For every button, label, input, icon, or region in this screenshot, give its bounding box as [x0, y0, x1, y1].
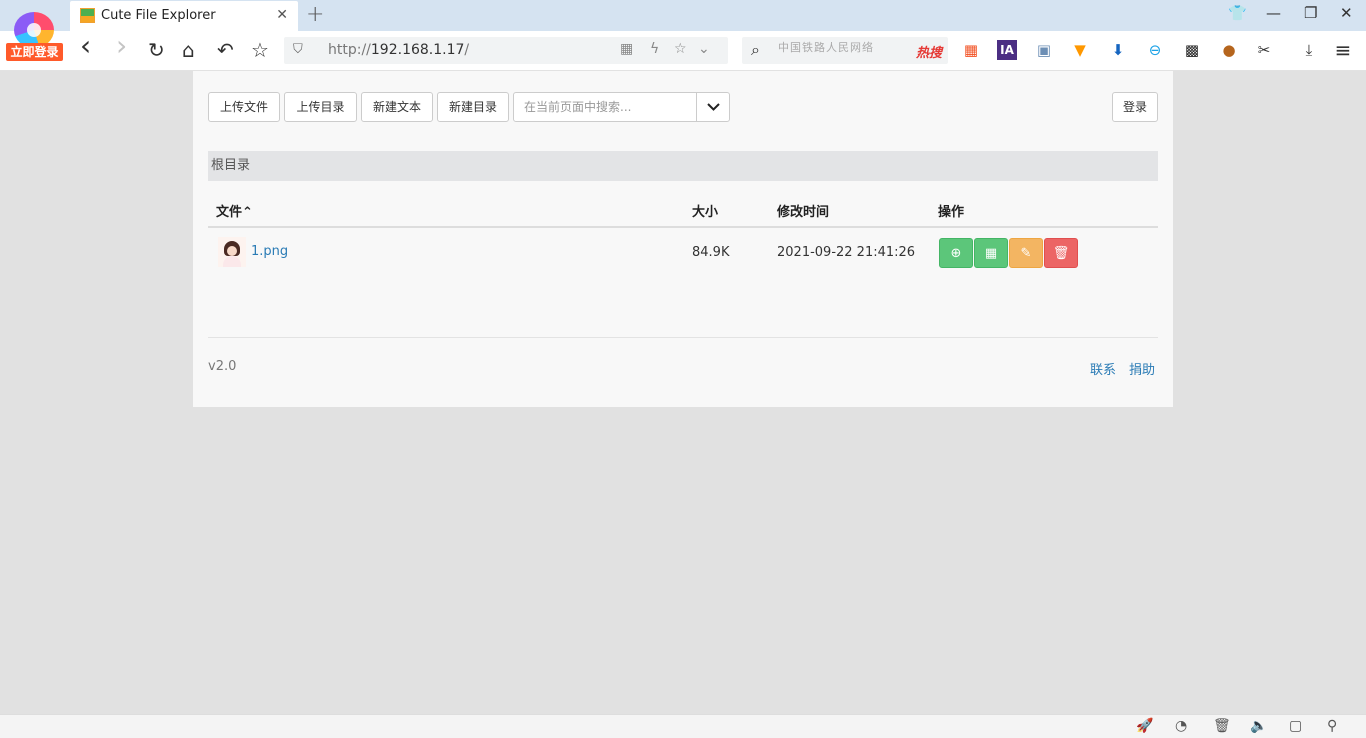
file-explorer-page: 上传文件 上传目录 新建文本 新建目录 登录 根目录 文件⌃ 大小 修改时间 操… — [193, 71, 1173, 407]
breadcrumb: 根目录 — [208, 151, 1158, 181]
download-button[interactable]: ⊕ — [939, 238, 973, 268]
cute-favicon-icon — [80, 8, 95, 23]
delete-button[interactable]: 🗑 — [1044, 238, 1078, 268]
tab-title: Cute File Explorer — [101, 8, 216, 23]
bookmark-star-icon[interactable]: ☆ — [251, 39, 269, 61]
reload-icon[interactable]: ↻ — [148, 39, 165, 61]
column-size[interactable]: 大小 — [692, 201, 718, 220]
address-url[interactable]: http://192.168.1.17/ — [328, 42, 469, 58]
file-name-link[interactable]: 1.png — [251, 244, 288, 259]
monkey-ext-icon[interactable]: ● — [1219, 40, 1239, 60]
footer-divider — [208, 337, 1158, 338]
image-ext-icon[interactable]: ▣ — [1034, 40, 1054, 60]
table-row: 1.png 84.9K 2021-09-22 21:41:26 ⊕ ▦ ✎ 🗑 — [208, 229, 1158, 277]
restore-icon[interactable]: ❐ — [1304, 4, 1317, 22]
version-label: v2.0 — [208, 359, 237, 374]
new-dir-button[interactable]: 新建目录 — [437, 92, 509, 122]
close-tab-icon[interactable]: ✕ — [276, 7, 288, 23]
column-ops: 操作 — [938, 205, 965, 220]
rename-button[interactable]: ✎ — [1009, 238, 1043, 268]
table-header: 文件⌃ 大小 修改时间 操作 — [208, 193, 1158, 228]
file-thumbnail[interactable] — [218, 237, 246, 267]
minus-circle-ext-icon[interactable]: ⊖ — [1145, 40, 1165, 60]
trash-icon[interactable]: 🗑 — [1213, 718, 1231, 734]
browser-toolbar: ‹ › ↻ ⌂ ↶ ☆ ⛉ http://192.168.1.17/ ▦ ϟ ☆… — [0, 31, 1366, 71]
login-button[interactable]: 登录 — [1112, 92, 1158, 122]
page-search-input[interactable] — [514, 93, 696, 121]
flash-icon[interactable]: ϟ — [650, 41, 659, 57]
search-icon: ⌕ — [751, 40, 760, 59]
upload-dir-button[interactable]: 上传目录 — [284, 92, 357, 122]
search-hint-text[interactable]: 中国铁路人民网络 — [778, 39, 874, 55]
browser-logo[interactable]: 立即登录 — [6, 8, 64, 62]
download-icon[interactable]: ⤓ — [1299, 40, 1319, 60]
trash-icon: 🗑 — [1052, 246, 1070, 261]
qrcode-icon[interactable]: ▦ — [620, 41, 633, 57]
sort-asc-icon: ⌃ — [242, 205, 253, 220]
rocket-icon[interactable]: 🚀 — [1136, 718, 1153, 734]
back-icon[interactable]: ‹ — [80, 32, 91, 60]
new-tab-icon[interactable]: + — [306, 2, 324, 27]
scissors-icon[interactable]: ✂ — [1254, 40, 1274, 60]
column-file[interactable]: 文件⌃ — [216, 201, 253, 220]
status-bar: 🚀 ◔ 🗑 🔈 ▢ ⚲ — [0, 714, 1366, 738]
home-icon[interactable]: ⌂ — [182, 39, 195, 61]
column-mtime[interactable]: 修改时间 — [777, 201, 829, 220]
breadcrumb-root[interactable]: 根目录 — [211, 158, 250, 173]
qrcode-ext-icon[interactable]: ▩ — [1182, 40, 1202, 60]
donate-link[interactable]: 捐助 — [1129, 359, 1155, 378]
upload-file-button[interactable]: 上传文件 — [208, 92, 280, 122]
minimize-icon[interactable]: — — [1266, 4, 1281, 22]
security-shield-icon[interactable]: ⛉ — [293, 42, 303, 57]
new-text-button[interactable]: 新建文本 — [361, 92, 433, 122]
speed-icon[interactable]: ◔ — [1175, 718, 1187, 734]
volume-icon[interactable]: 🔈 — [1250, 718, 1267, 734]
cloud-download-ext-icon[interactable]: ⬇ — [1108, 40, 1128, 60]
favorite-icon[interactable]: ☆ — [674, 41, 687, 57]
menu-icon[interactable]: ≡ — [1333, 40, 1353, 60]
window-close-icon[interactable]: ✕ — [1340, 4, 1353, 22]
tab-cute-file-explorer[interactable]: Cute File Explorer ✕ — [70, 1, 298, 31]
file-mtime: 2021-09-22 21:41:26 — [777, 245, 916, 260]
qrcode-icon: ▦ — [984, 246, 998, 261]
windows-ext-icon[interactable]: ▦ — [961, 40, 981, 60]
address-bar[interactable]: ⛉ http://192.168.1.17/ ▦ ϟ ☆ ⌄ — [284, 37, 728, 64]
forward-icon[interactable]: › — [116, 32, 127, 60]
chevron-down-icon — [707, 103, 720, 111]
zoom-icon[interactable]: ⚲ — [1327, 718, 1337, 734]
page-search — [513, 92, 730, 122]
file-size: 84.9K — [692, 245, 730, 260]
ia-ext-icon[interactable]: IA — [997, 40, 1017, 60]
search-dropdown-button[interactable] — [696, 93, 729, 121]
window-icon[interactable]: ▢ — [1289, 718, 1302, 734]
login-now-badge[interactable]: 立即登录 — [6, 43, 63, 61]
hot-search-label[interactable]: 热搜 — [916, 42, 942, 61]
undo-close-icon[interactable]: ↶ — [217, 39, 234, 61]
qrcode-button[interactable]: ▦ — [974, 238, 1008, 268]
contact-link[interactable]: 联系 — [1090, 359, 1116, 378]
search-engine-box[interactable]: ⌕ 中国铁路人民网络 热搜 — [742, 37, 948, 64]
skin-shirt-icon[interactable]: 👕 — [1228, 4, 1247, 22]
tab-strip: Cute File Explorer ✕ + 👕 — ❐ ✕ — [0, 0, 1366, 31]
fox-ext-icon[interactable]: ▼ — [1070, 40, 1090, 60]
eraser-icon: ✎ — [1020, 246, 1032, 261]
download-circle-icon: ⊕ — [950, 246, 962, 261]
chevron-down-icon[interactable]: ⌄ — [698, 41, 710, 57]
